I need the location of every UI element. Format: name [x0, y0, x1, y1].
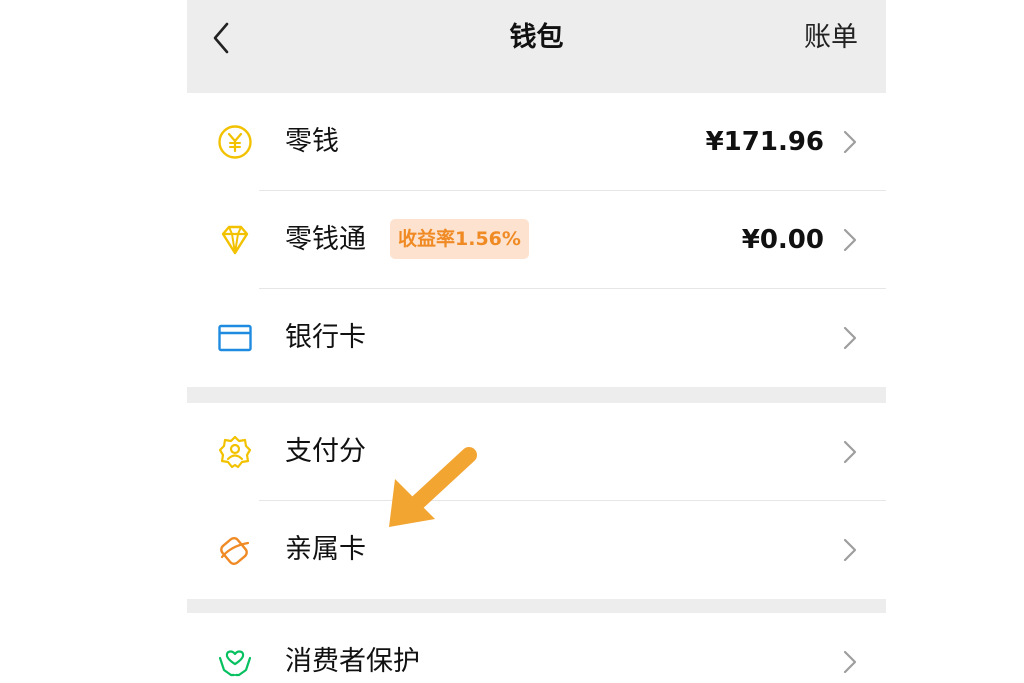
bill-button[interactable]: 账单 — [804, 20, 858, 56]
row-label: 消费者保护 — [285, 646, 420, 677]
row-bank-card[interactable]: 银行卡 — [187, 289, 886, 387]
wallet-group-services: 支付分 亲属卡 — [187, 403, 886, 599]
diamond-icon — [217, 222, 253, 258]
chevron-right-icon — [843, 130, 857, 154]
chevron-right-icon — [843, 440, 857, 464]
row-value: ¥171.96 — [705, 127, 824, 157]
family-card-icon — [217, 532, 253, 568]
row-label: 零钱通 — [285, 224, 366, 255]
row-label: 支付分 — [285, 436, 366, 467]
wallet-screen: 钱包 账单 零钱 ¥171.96 零钱通 收益率1.56% ¥0.00 银行卡 … — [187, 0, 886, 683]
yield-rate-badge: 收益率1.56% — [390, 219, 529, 259]
yuan-coin-icon — [217, 124, 253, 160]
chevron-right-icon — [843, 650, 857, 674]
bank-card-icon — [217, 320, 253, 356]
nav-bar: 钱包 账单 — [187, 0, 886, 93]
chevron-right-icon — [843, 228, 857, 252]
pay-score-icon — [217, 434, 253, 470]
row-value: ¥0.00 — [741, 225, 824, 255]
wallet-group-balance: 零钱 ¥171.96 零钱通 收益率1.56% ¥0.00 银行卡 — [187, 93, 886, 387]
row-change[interactable]: 零钱 ¥171.96 — [187, 93, 886, 191]
row-family-card[interactable]: 亲属卡 — [187, 501, 886, 599]
consumer-protection-icon — [217, 644, 253, 680]
row-label: 零钱 — [285, 126, 339, 157]
chevron-right-icon — [843, 538, 857, 562]
row-consumer-protection[interactable]: 消费者保护 — [187, 613, 886, 683]
row-lingqiantong[interactable]: 零钱通 收益率1.56% ¥0.00 — [187, 191, 886, 289]
row-pay-score[interactable]: 支付分 — [187, 403, 886, 501]
row-label: 银行卡 — [285, 322, 366, 353]
row-label: 亲属卡 — [285, 534, 366, 565]
wallet-group-protection: 消费者保护 — [187, 613, 886, 683]
chevron-right-icon — [843, 326, 857, 350]
page-title: 钱包 — [509, 22, 564, 53]
